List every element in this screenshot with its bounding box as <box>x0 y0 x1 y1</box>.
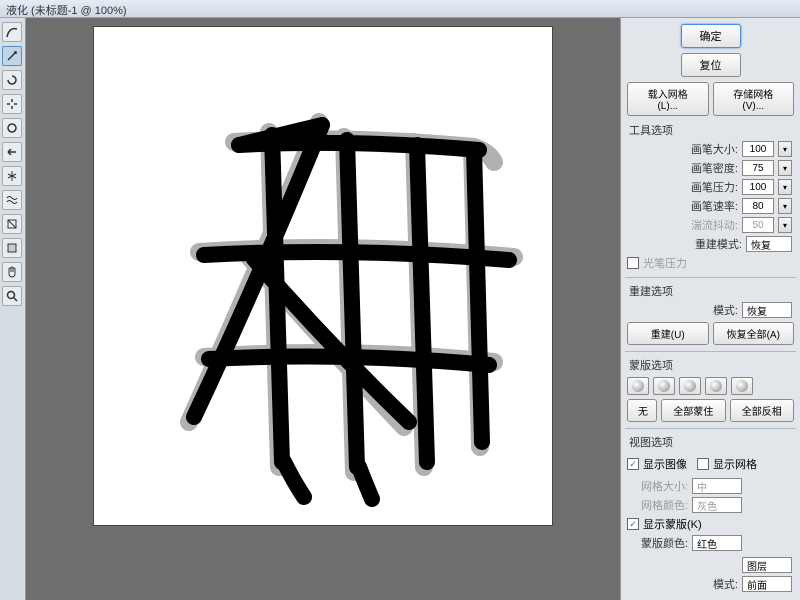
ok-button[interactable]: 确定 <box>681 24 741 48</box>
show-mask-label: 显示蒙版(K) <box>643 516 702 532</box>
mask-btn-5[interactable] <box>731 377 753 395</box>
invert-all-button[interactable]: 全部反相 <box>730 399 795 422</box>
brush-size-dropdown[interactable]: ▾ <box>778 141 792 157</box>
mask-btn-3[interactable] <box>679 377 701 395</box>
options-panel: 确定 复位 载入网格(L)... 存储网格(V)... 工具选项 画笔大小:▾ … <box>620 18 800 600</box>
restore-all-button[interactable]: 恢复全部(A) <box>713 322 795 345</box>
brush-rate-label: 画笔速率: <box>691 198 738 214</box>
reconstruct-mode-select[interactable]: 恢复 <box>746 236 792 252</box>
brush-size-input[interactable] <box>742 141 774 157</box>
turbulent-jitter-input <box>742 217 774 233</box>
reconstruct-mode2-select[interactable]: 恢复 <box>742 302 792 318</box>
mask-section: 蒙版选项 无 全部蒙住 全部反相 <box>627 357 794 422</box>
reconstruct-title: 重建选项 <box>629 283 794 299</box>
twirl-tool[interactable] <box>2 70 22 90</box>
mask-btn-1[interactable] <box>627 377 649 395</box>
reconstruct-tool[interactable] <box>2 46 22 66</box>
show-mesh-label: 显示网格 <box>713 456 757 472</box>
canvas[interactable] <box>93 26 553 526</box>
hand-tool[interactable] <box>2 262 22 282</box>
mirror-tool[interactable] <box>2 166 22 186</box>
mesh-color-select: 灰色 <box>692 497 742 513</box>
show-mask-checkbox[interactable] <box>627 518 639 530</box>
brush-pressure-input[interactable] <box>742 179 774 195</box>
mask-color-label: 蒙版颜色: <box>641 535 688 551</box>
brush-size-label: 画笔大小: <box>691 141 738 157</box>
bloat-tool[interactable] <box>2 118 22 138</box>
reconstruct-mode-label: 重建模式: <box>695 236 742 252</box>
turbulence-tool[interactable] <box>2 190 22 210</box>
mask-btn-4[interactable] <box>705 377 727 395</box>
tool-options-section: 工具选项 画笔大小:▾ 画笔密度:▾ 画笔压力:▾ 画笔速率:▾ 湍流抖动:▾ … <box>627 122 794 271</box>
reconstruct-section: 重建选项 模式:恢复 重建(U) 恢复全部(A) <box>627 283 794 345</box>
view-mode-label: 模式: <box>713 576 738 592</box>
toolbar <box>0 18 26 600</box>
save-mesh-button[interactable]: 存储网格(V)... <box>713 82 795 116</box>
brush-rate-dropdown[interactable]: ▾ <box>778 198 792 214</box>
pucker-tool[interactable] <box>2 94 22 114</box>
brush-density-label: 画笔密度: <box>691 160 738 176</box>
reconstruct-mode2-label: 模式: <box>713 302 738 318</box>
stylus-pressure-checkbox <box>627 257 639 269</box>
canvas-area <box>26 18 620 600</box>
brush-rate-input[interactable] <box>742 198 774 214</box>
main-area: 确定 复位 载入网格(L)... 存储网格(V)... 工具选项 画笔大小:▾ … <box>0 18 800 600</box>
mask-color-select[interactable]: 红色 <box>692 535 742 551</box>
load-mesh-button[interactable]: 载入网格(L)... <box>627 82 709 116</box>
brush-density-dropdown[interactable]: ▾ <box>778 160 792 176</box>
titlebar: 液化 (未标题-1 @ 100%) <box>0 0 800 18</box>
mask-btn-2[interactable] <box>653 377 675 395</box>
zoom-tool[interactable] <box>2 286 22 306</box>
view-mode-select[interactable]: 前面 <box>742 576 792 592</box>
turbulent-jitter-dropdown: ▾ <box>778 217 792 233</box>
window-title: 液化 (未标题-1 @ 100%) <box>6 5 127 17</box>
backdrop-select[interactable]: 图层 <box>742 557 792 573</box>
reconstruct-button[interactable]: 重建(U) <box>627 322 709 345</box>
brush-density-input[interactable] <box>742 160 774 176</box>
view-title: 视图选项 <box>629 434 794 450</box>
tool-options-title: 工具选项 <box>629 122 794 138</box>
mask-none-button[interactable]: 无 <box>627 399 657 422</box>
mesh-size-label: 网格大小: <box>641 478 688 494</box>
mesh-size-select: 中 <box>692 478 742 494</box>
show-image-label: 显示图像 <box>643 456 687 472</box>
stylus-pressure-label: 光笔压力 <box>643 255 687 271</box>
push-left-tool[interactable] <box>2 142 22 162</box>
mask-all-button[interactable]: 全部蒙住 <box>661 399 726 422</box>
brush-pressure-dropdown[interactable]: ▾ <box>778 179 792 195</box>
forward-warp-tool[interactable] <box>2 22 22 42</box>
view-section: 视图选项 显示图像 显示网格 网格大小:中 网格颜色:灰色 显示蒙版(K) 蒙版… <box>627 434 794 592</box>
thaw-mask-tool[interactable] <box>2 238 22 258</box>
turbulent-jitter-label: 湍流抖动: <box>691 217 738 233</box>
mask-title: 蒙版选项 <box>629 357 794 373</box>
reset-button[interactable]: 复位 <box>681 53 741 77</box>
show-image-checkbox[interactable] <box>627 458 639 470</box>
brush-pressure-label: 画笔压力: <box>691 179 738 195</box>
mesh-color-label: 网格颜色: <box>641 497 688 513</box>
freeze-mask-tool[interactable] <box>2 214 22 234</box>
show-mesh-checkbox[interactable] <box>697 458 709 470</box>
